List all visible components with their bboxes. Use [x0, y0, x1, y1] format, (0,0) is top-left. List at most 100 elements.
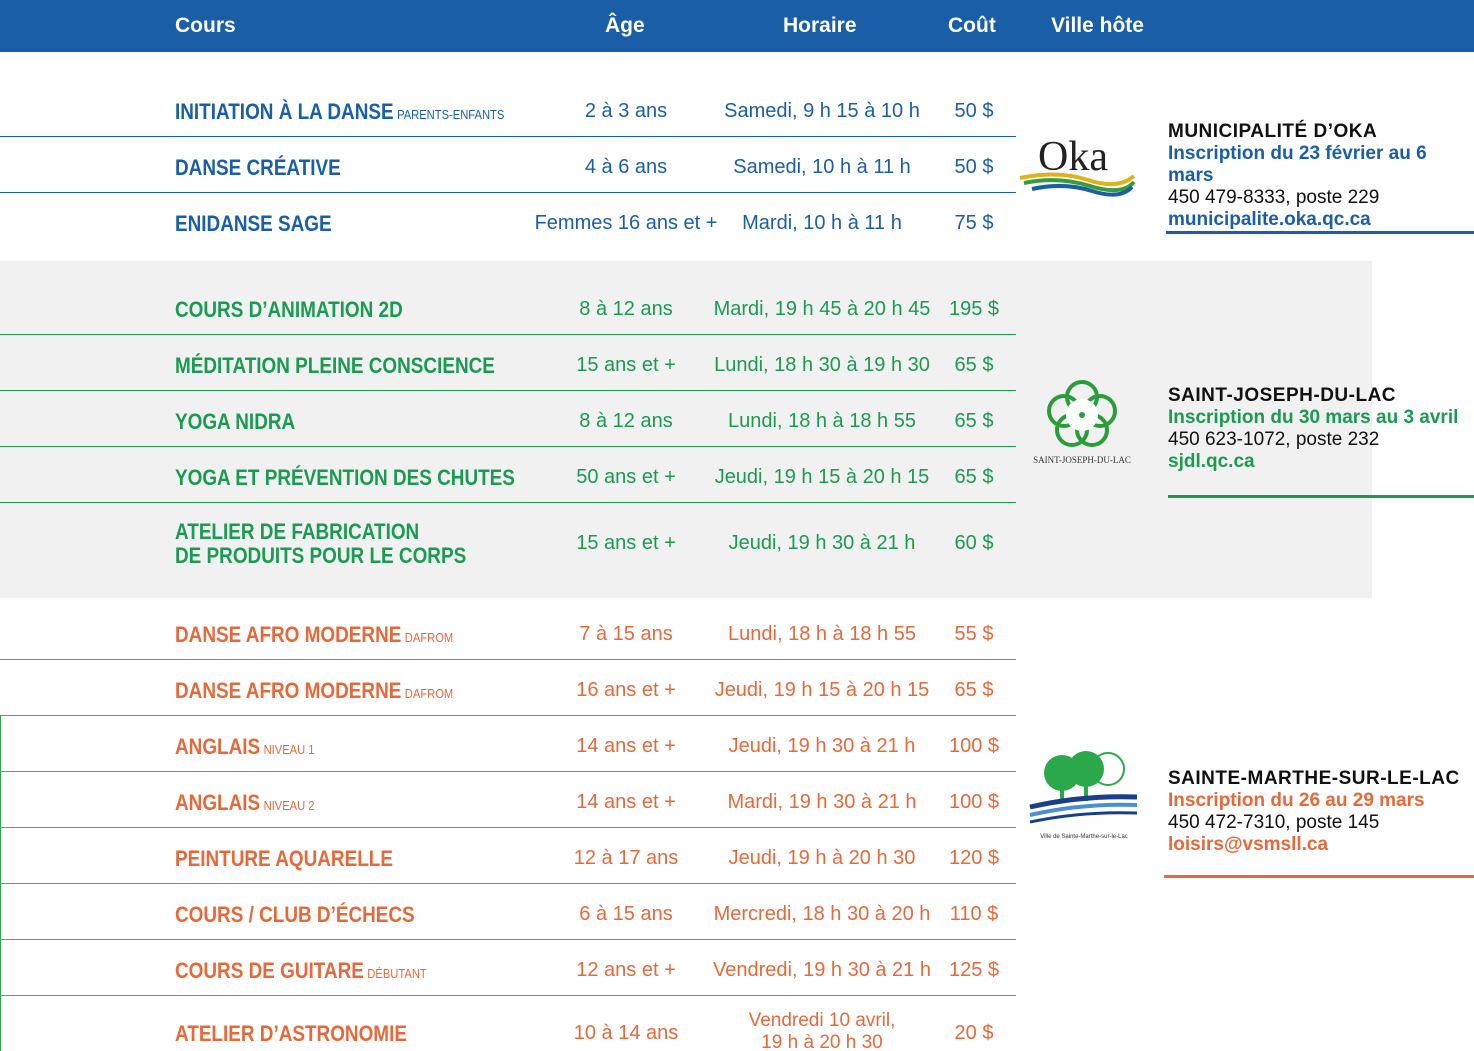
course-tag: DAFROM [404, 630, 454, 645]
svg-text:Ville de Sainte-Marthe-sur-le-: Ville de Sainte-Marthe-sur-le-Lac [1040, 834, 1128, 840]
course-tag: DAFROM [404, 686, 454, 701]
age-cell: 4 à 6 ans [584, 156, 668, 178]
course-name: ATELIER DE FABRICATION DE PRODUITS POUR L… [175, 520, 466, 568]
cost-cell: 55 $ [954, 623, 994, 645]
header-horaire: Horaire [783, 14, 857, 37]
course-title: DANSE CRÉATIVE [175, 155, 341, 180]
cost-cell: 50 $ [954, 100, 994, 122]
row-divider [0, 827, 1016, 828]
schedule-cell: Jeudi, 19 h 15 à 20 h 15 [714, 466, 930, 488]
age-cell: 12 à 17 ans [573, 847, 679, 869]
host-name: SAINT-JOSEPH-DU-LAC [1168, 385, 1397, 406]
course-name: INITIATION À LA DANSE PARENTS-ENFANTS [175, 99, 504, 125]
course-name-line: DE PRODUITS POUR LE CORPS [175, 543, 467, 568]
course-name: ENIDANSE SAGE [175, 211, 332, 237]
schedule-cell: Jeudi, 19 h à 20 h 30 [728, 847, 916, 869]
cost-cell: 65 $ [954, 679, 994, 701]
schedule-cell: Mardi, 19 h 45 à 20 h 45 [713, 298, 931, 320]
age-cell: 50 ans et + [576, 466, 676, 488]
cost-cell: 100 $ [948, 735, 1000, 757]
host-divider [1166, 231, 1474, 234]
cost-cell: 65 $ [954, 466, 994, 488]
course-name: COURS D’ANIMATION 2D [175, 297, 403, 323]
host-sjdl-info: SAINT-JOSEPH-DU-LAC Inscription du 30 ma… [1168, 385, 1458, 473]
row-divider [0, 502, 1016, 503]
course-name: ANGLAIS NIVEAU 2 [175, 790, 315, 816]
schedule-cell: Lundi, 18 h 30 à 19 h 30 [714, 354, 930, 376]
row-divider [0, 939, 1016, 940]
host-website-link[interactable]: sjdl.qc.ca [1168, 451, 1458, 473]
schedule-cell: Lundi, 18 h à 18 h 55 [728, 623, 916, 645]
host-phone: 450 479-8333, poste 229 [1168, 187, 1380, 208]
course-name: DANSE AFRO MODERNE DAFROM [175, 678, 453, 704]
host-phone: 450 623-1072, poste 232 [1168, 429, 1380, 450]
svg-text:SAINT-JOSEPH-DU-LAC: SAINT-JOSEPH-DU-LAC [1033, 455, 1131, 465]
host-email-link[interactable]: loisirs@vsmsll.ca [1168, 834, 1460, 856]
course-title: COURS D’ANIMATION 2D [175, 297, 403, 322]
age-cell: 8 à 12 ans [579, 298, 673, 320]
course-title: MÉDITATION PLEINE CONSCIENCE [175, 353, 495, 378]
course-title: DANSE AFRO MODERNE [175, 678, 402, 703]
host-divider [1164, 875, 1474, 878]
row-divider [0, 995, 1016, 996]
saint-joseph-du-lac-logo: SAINT-JOSEPH-DU-LAC [1020, 375, 1145, 470]
host-inscription: Inscription du 23 février au 6 mars [1168, 143, 1427, 186]
course-name: ANGLAIS NIVEAU 1 [175, 734, 315, 760]
cost-cell: 60 $ [954, 532, 994, 554]
course-name-line: ATELIER DE FABRICATION [175, 519, 420, 544]
age-cell: 12 ans et + [576, 959, 676, 981]
row-divider [0, 771, 1016, 772]
age-cell: 14 ans et + [576, 735, 676, 757]
row-divider [0, 659, 1016, 660]
schedule-cell: Vendredi, 19 h 30 à 21 h [713, 959, 931, 981]
course-name: ATELIER D’ASTRONOMIE [175, 1021, 407, 1047]
schedule-cell: Lundi, 18 h à 18 h 55 [728, 410, 916, 432]
row-divider [0, 334, 1016, 335]
course-title: ANGLAIS [175, 734, 261, 759]
course-title: YOGA NIDRA [175, 409, 296, 434]
course-name: COURS / CLUB D’ÉCHECS [175, 902, 415, 928]
course-name: YOGA ET PRÉVENTION DES CHUTES [175, 465, 515, 491]
age-cell: 6 à 15 ans [579, 903, 673, 925]
schedule-cell: Vendredi 10 avril, 19 h à 20 h 30 [748, 1010, 896, 1050]
age-cell: 14 ans et + [576, 791, 676, 813]
age-cell: 15 ans et + [576, 354, 676, 376]
host-inscription: Inscription du 30 mars au 3 avril [1168, 407, 1459, 428]
schedule-cell: Jeudi, 19 h 30 à 21 h [728, 532, 916, 554]
cost-cell: 50 $ [954, 156, 994, 178]
course-name: COURS DE GUITARE DÉBUTANT [175, 958, 427, 984]
header-ville: Ville hôte [1051, 14, 1144, 37]
cost-cell: 20 $ [954, 1022, 994, 1044]
course-title: COURS / CLUB D’ÉCHECS [175, 902, 415, 927]
schedule-cell: Mardi, 19 h 30 à 21 h [727, 791, 917, 813]
age-cell: 2 à 3 ans [584, 100, 668, 122]
schedule-cell: Mardi, 10 h à 11 h [742, 212, 902, 234]
course-name: YOGA NIDRA [175, 409, 295, 435]
course-title: ATELIER D’ASTRONOMIE [175, 1021, 407, 1046]
cost-cell: 100 $ [948, 791, 1000, 813]
host-website-link[interactable]: municipalite.oka.qc.ca [1168, 209, 1474, 231]
course-tag: NIVEAU 2 [263, 798, 315, 813]
host-name: SAINTE-MARTHE-SUR-LE-LAC [1168, 768, 1460, 789]
row-divider [0, 136, 1016, 137]
oka-logo: Oka [1018, 128, 1138, 198]
row-divider [0, 446, 1016, 447]
row-divider [0, 192, 1016, 193]
age-cell: 10 à 14 ans [573, 1022, 679, 1044]
host-name: MUNICIPALITÉ D’OKA [1168, 121, 1378, 142]
schedule-cell: Samedi, 9 h 15 à 10 h [724, 100, 920, 122]
schedule-cell: Mercredi, 18 h 30 à 20 h [713, 903, 931, 925]
course-title: DANSE AFRO MODERNE [175, 622, 402, 647]
cost-cell: 65 $ [954, 354, 994, 376]
age-cell: 16 ans et + [576, 679, 676, 701]
course-tag: NIVEAU 1 [263, 742, 315, 757]
course-name: DANSE CRÉATIVE [175, 155, 341, 181]
age-cell: 8 à 12 ans [579, 410, 673, 432]
cost-cell: 120 $ [948, 847, 1000, 869]
course-name: MÉDITATION PLEINE CONSCIENCE [175, 353, 495, 379]
schedule-cell: Jeudi, 19 h 30 à 21 h [728, 735, 916, 757]
course-name: PEINTURE AQUARELLE [175, 846, 393, 872]
course-title: ANGLAIS [175, 790, 261, 815]
course-name: DANSE AFRO MODERNE DAFROM [175, 622, 453, 648]
host-oka-info: MUNICIPALITÉ D’OKA Inscription du 23 fév… [1168, 121, 1474, 231]
